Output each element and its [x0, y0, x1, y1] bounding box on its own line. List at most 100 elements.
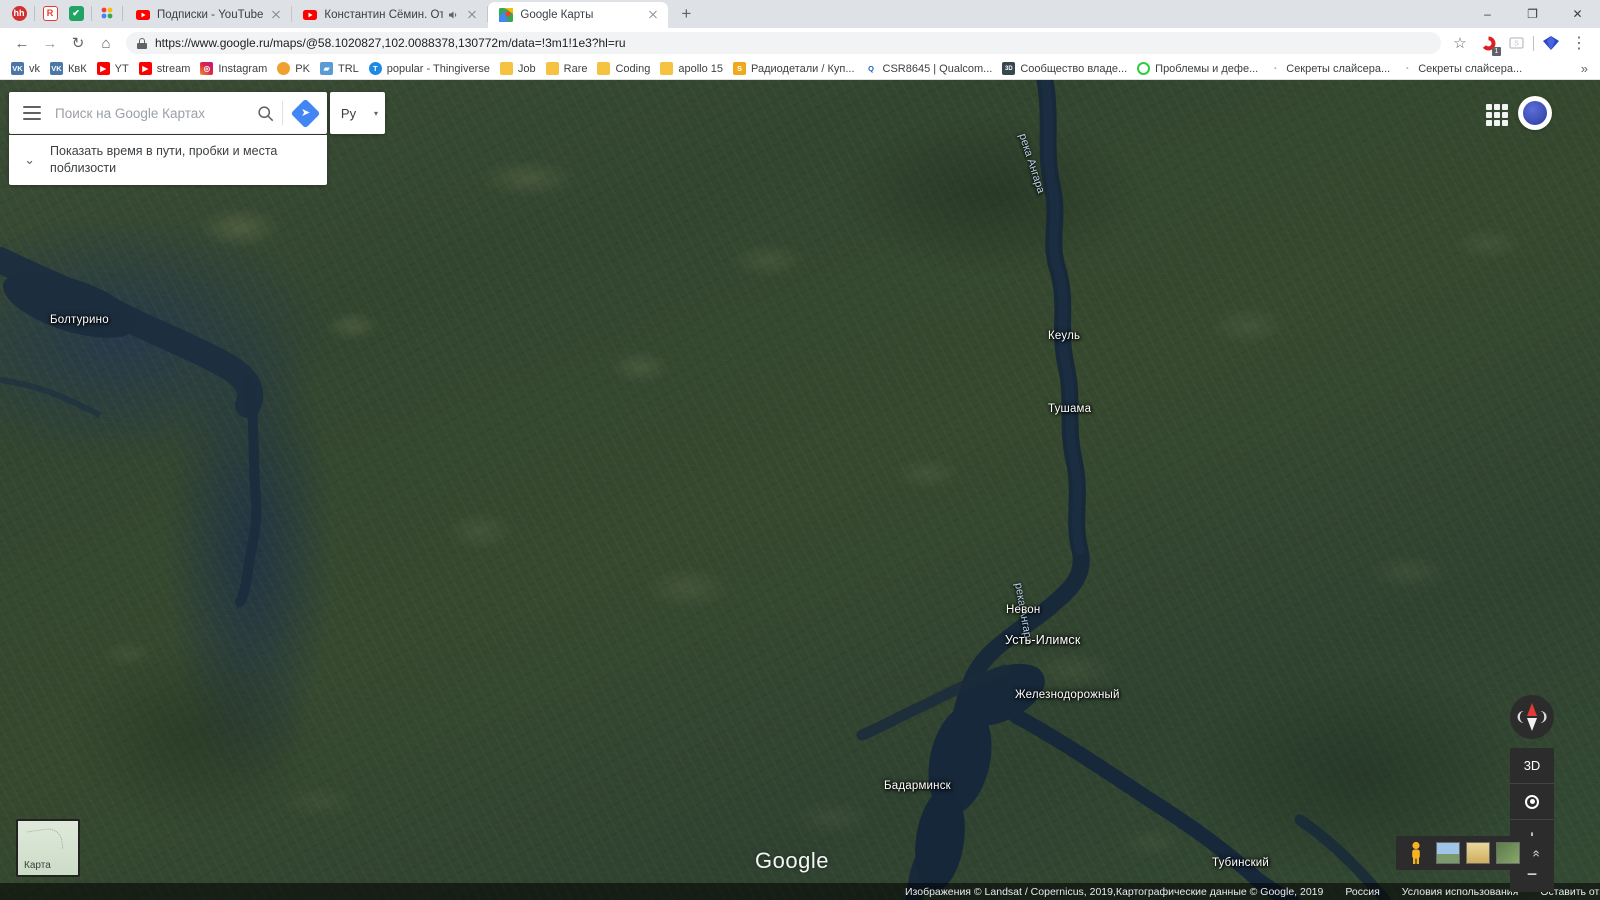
menu-hamburger-icon[interactable] [9, 92, 55, 134]
folder-icon [597, 62, 611, 75]
minimap-toggle[interactable]: Карта [16, 819, 80, 877]
bookmark-label: stream [156, 62, 191, 75]
bookmark-item[interactable]: VK КвК [45, 59, 92, 79]
toolbar-right-icons: ☆ 1 S ⋮ [1447, 30, 1592, 56]
bookmark-folder[interactable]: apollo 15 [655, 59, 728, 79]
avatar-image [1523, 101, 1547, 125]
directions-button[interactable]: ➤ [283, 92, 327, 134]
compass-button[interactable]: ❨ ❩ [1510, 695, 1554, 739]
maximize-button[interactable]: ❐ [1510, 0, 1555, 28]
svg-text:S: S [1514, 41, 1519, 48]
attribution-imagery: Изображения © Landsat / Copernicus, 2019… [905, 885, 1324, 898]
bookmark-item[interactable]: ◔ Секреты слайсера... [1263, 59, 1395, 79]
minimize-button[interactable]: – [1465, 0, 1510, 28]
map-canvas[interactable]: река Ангара река Ангара Болтурино Кеуль … [0, 80, 1600, 900]
forward-button[interactable]: → [36, 29, 64, 57]
address-bar[interactable]: https://www.google.ru/maps/@58.1020827,1… [126, 32, 1441, 54]
compass-needle-south [1527, 718, 1537, 731]
chrome-menu-icon[interactable]: ⋮ [1566, 30, 1592, 56]
close-icon[interactable] [269, 8, 283, 22]
my-location-button[interactable] [1510, 784, 1554, 820]
bookmarks-bar: VK vk VK КвК ▶ YT ▶ stream ◎ Instagram PK ▰ TR… [0, 58, 1600, 80]
close-icon[interactable] [465, 8, 479, 22]
layer-thumb-photos[interactable] [1496, 842, 1520, 864]
new-tab-button[interactable]: + [672, 0, 700, 28]
bookmark-item[interactable]: ▶ YT [92, 59, 134, 79]
bookmark-item[interactable]: ◔ Секреты слайсера... [1395, 59, 1527, 79]
youtube-icon [135, 8, 150, 23]
bookmark-star-icon[interactable]: ☆ [1447, 30, 1473, 56]
google-watermark: Google [755, 848, 829, 873]
bookmark-label: Rare [563, 62, 588, 75]
search-icon[interactable] [248, 92, 282, 134]
bookmark-item[interactable]: ▶ stream [134, 59, 196, 79]
bookmark-item[interactable]: Q CSR8645 | Qualcom... [860, 59, 998, 79]
minimap-road [26, 826, 64, 854]
rotate-right-icon[interactable]: ❩ [1538, 709, 1549, 725]
back-button[interactable]: ← [8, 29, 36, 57]
instagram-icon: ◎ [200, 62, 214, 75]
mute-icon[interactable] [447, 9, 459, 21]
search-hint-bar[interactable]: ⌄ Показать время в пути, пробки и места … [9, 135, 327, 185]
avatar[interactable] [1518, 96, 1552, 130]
address-bar-url: https://www.google.ru/maps/@58.1020827,1… [155, 36, 626, 50]
terms-of-use-link[interactable]: Условия использования [1402, 886, 1519, 898]
close-window-button[interactable]: ✕ [1555, 0, 1600, 28]
bookmark-item[interactable]: ◎ Instagram [195, 59, 272, 79]
tab-title: Подписки - YouTube [157, 9, 264, 21]
extension-icon[interactable]: 1 [1475, 30, 1501, 56]
tab-konstantin-semin[interactable]: Константин Сёмин. Ответы [292, 2, 487, 28]
map-controls-stack: 3D + − [1510, 748, 1554, 892]
3d-community-icon: 3D [1002, 62, 1016, 75]
home-button[interactable]: ⌂ [92, 29, 120, 57]
bookmark-folder[interactable]: Rare [541, 59, 593, 79]
place-label-ust-ilimsk: Усть-Илимск [1005, 633, 1081, 647]
language-label: Ру [340, 105, 357, 121]
place-label-keul: Кеуль [1048, 330, 1081, 342]
tilt-3d-button[interactable]: 3D [1510, 748, 1554, 784]
pegman-icon[interactable] [1402, 841, 1430, 865]
google-apps-button[interactable] [1482, 100, 1512, 130]
close-icon[interactable] [646, 8, 660, 22]
bookmark-item[interactable]: 3D Сообщество владе... [997, 59, 1132, 79]
check-icon[interactable]: ✔ [63, 0, 89, 26]
tab-google-maps[interactable]: Google Карты [488, 2, 669, 28]
chevron-down-icon[interactable]: ▾ [367, 109, 385, 118]
youtube-icon [302, 8, 317, 23]
bookmark-item[interactable]: Tpopular - Thingiverse [364, 59, 495, 79]
tab-youtube-subscriptions[interactable]: Подписки - YouTube [125, 2, 291, 28]
profile-icon[interactable] [1538, 30, 1564, 56]
share-icon[interactable]: S [1503, 30, 1529, 56]
layer-thumb-terrain[interactable] [1466, 842, 1490, 864]
hh-icon[interactable]: hh [6, 0, 32, 26]
collapse-layers-icon[interactable]: « [1530, 842, 1545, 864]
bookmark-folder[interactable]: Job [495, 59, 541, 79]
quick-launch-icons: hh R ✔ [6, 0, 125, 28]
search-input[interactable] [55, 105, 248, 121]
chevron-down-icon[interactable]: ⌄ [9, 152, 50, 168]
bookmark-label: Сообщество владе... [1020, 62, 1128, 75]
folder-icon [499, 62, 513, 75]
google-maps-icon [498, 8, 513, 23]
bookmark-item[interactable]: PK [272, 59, 315, 79]
bookmark-item[interactable]: S Радиодетали / Куп... [728, 59, 860, 79]
bookmark-item[interactable]: Проблемы и дефе... [1132, 59, 1263, 79]
bookmark-label: popular - Thingiverse [386, 62, 490, 75]
bookmark-label: Coding [615, 62, 651, 75]
layer-thumb-satellite[interactable] [1436, 842, 1460, 864]
bookmark-item[interactable]: ▰ TRL [315, 59, 364, 79]
bookmark-label: Радиодетали / Куп... [751, 62, 855, 75]
rotate-left-icon[interactable]: ❨ [1515, 709, 1526, 725]
r-icon[interactable]: R [37, 0, 63, 26]
people-icon[interactable] [94, 0, 120, 26]
language-selector[interactable]: Ру ▾ [330, 92, 385, 134]
bookmark-folder[interactable]: Coding [592, 59, 655, 79]
reload-button[interactable]: ↻ [64, 29, 92, 57]
bookmark-label: КвК [68, 62, 87, 75]
bookmarks-overflow-button[interactable]: » [1581, 61, 1594, 76]
bookmark-item[interactable]: VK vk [6, 59, 45, 79]
bookmark-label: YT [114, 62, 129, 75]
maps-search-panel: ➤ ⌄ Показать время в пути, пробки и мест… [9, 92, 327, 185]
divider [34, 5, 35, 21]
lock-icon [136, 37, 147, 49]
